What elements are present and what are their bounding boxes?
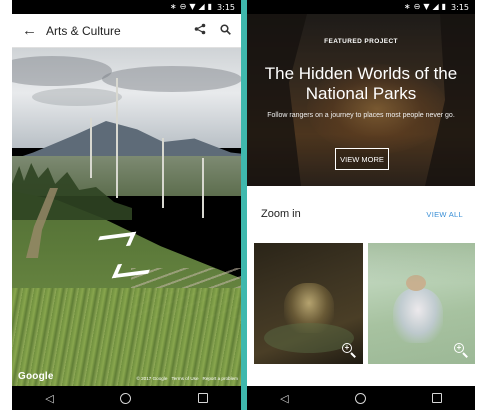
status-bar: ∗ ⊖ ▼ ◢ ▮ 3:15 — [12, 0, 241, 14]
battery-icon: ▮ — [441, 2, 447, 11]
featured-label: FEATURED PROJECT — [324, 38, 398, 45]
nav-bar: ◁ — [247, 386, 475, 410]
street-view-panorama[interactable]: Google © 2017 Google Terms of Use Report… — [12, 48, 241, 386]
signal-icon: ◢ — [432, 2, 439, 11]
back-arrow-icon[interactable]: ← — [22, 22, 44, 39]
terms-link[interactable]: Terms of Use — [171, 376, 198, 381]
dead-tree — [162, 138, 164, 208]
painting-ground — [264, 323, 354, 353]
nav-recents-icon[interactable] — [431, 393, 442, 403]
zoom-in-icon[interactable]: + — [454, 343, 468, 358]
bluetooth-icon: ∗ — [403, 2, 411, 11]
search-icon[interactable] — [220, 23, 231, 38]
cloud — [102, 66, 241, 92]
copyright-text: © 2017 Google — [136, 376, 168, 381]
nav-home-icon[interactable] — [354, 392, 366, 404]
bluetooth-icon: ∗ — [169, 2, 177, 11]
status-time: 3:15 — [451, 2, 469, 12]
nav-back-icon[interactable]: ◁ — [45, 392, 53, 405]
dead-tree — [116, 78, 118, 198]
painting-foliage — [368, 243, 475, 283]
artwork-card[interactable]: + — [254, 243, 363, 364]
zoom-in-header: Zoom in VIEW ALL — [247, 208, 475, 220]
featured-project-banner[interactable]: FEATURED PROJECT The Hidden Worlds of th… — [247, 14, 475, 186]
battery-icon: ▮ — [207, 2, 213, 11]
view-all-link[interactable]: VIEW ALL — [426, 210, 463, 219]
featured-title: The Hidden Worlds of the National Parks — [264, 64, 458, 103]
artwork-card[interactable]: + — [368, 243, 475, 364]
left-phone: ∗ ⊖ ▼ ◢ ▮ 3:15 ← Arts & Culture Google ©… — [12, 0, 241, 410]
wifi-icon: ▼ — [189, 2, 196, 11]
dead-tree — [202, 158, 204, 218]
map-legal-links: © 2017 Google Terms of Use Report a prob… — [136, 376, 238, 381]
nav-recents-icon[interactable] — [197, 393, 208, 403]
right-phone: ∗ ⊖ ▼ ◢ ▮ 3:15 FEATURED PROJECT The Hidd… — [247, 0, 475, 410]
app-title: Arts & Culture — [46, 23, 121, 38]
zoom-in-icon[interactable]: + — [342, 343, 356, 358]
signal-icon: ◢ — [198, 2, 205, 11]
report-problem-link[interactable]: Report a problem — [203, 376, 239, 381]
screenshot-stage: ∗ ⊖ ▼ ◢ ▮ 3:15 ← Arts & Culture Google ©… — [0, 0, 482, 410]
google-watermark: Google — [18, 371, 54, 382]
wifi-icon: ▼ — [423, 2, 430, 11]
status-bar: ∗ ⊖ ▼ ◢ ▮ 3:15 — [247, 0, 475, 14]
nav-home-icon[interactable] — [120, 392, 132, 404]
dead-tree — [90, 118, 92, 178]
share-icon[interactable] — [194, 23, 206, 38]
app-bar: ← Arts & Culture — [12, 14, 241, 48]
do-not-disturb-icon: ⊖ — [179, 2, 187, 11]
featured-subtitle: Follow rangers on a journey to places mo… — [267, 112, 455, 119]
cloud — [32, 88, 122, 106]
nav-bar: ◁ — [12, 386, 241, 410]
section-title: Zoom in — [261, 208, 301, 220]
view-more-button[interactable]: VIEW MORE — [335, 148, 389, 170]
nav-back-icon[interactable]: ◁ — [280, 392, 288, 405]
status-time: 3:15 — [217, 2, 235, 12]
do-not-disturb-icon: ⊖ — [413, 2, 421, 11]
painting-figure — [393, 288, 443, 343]
